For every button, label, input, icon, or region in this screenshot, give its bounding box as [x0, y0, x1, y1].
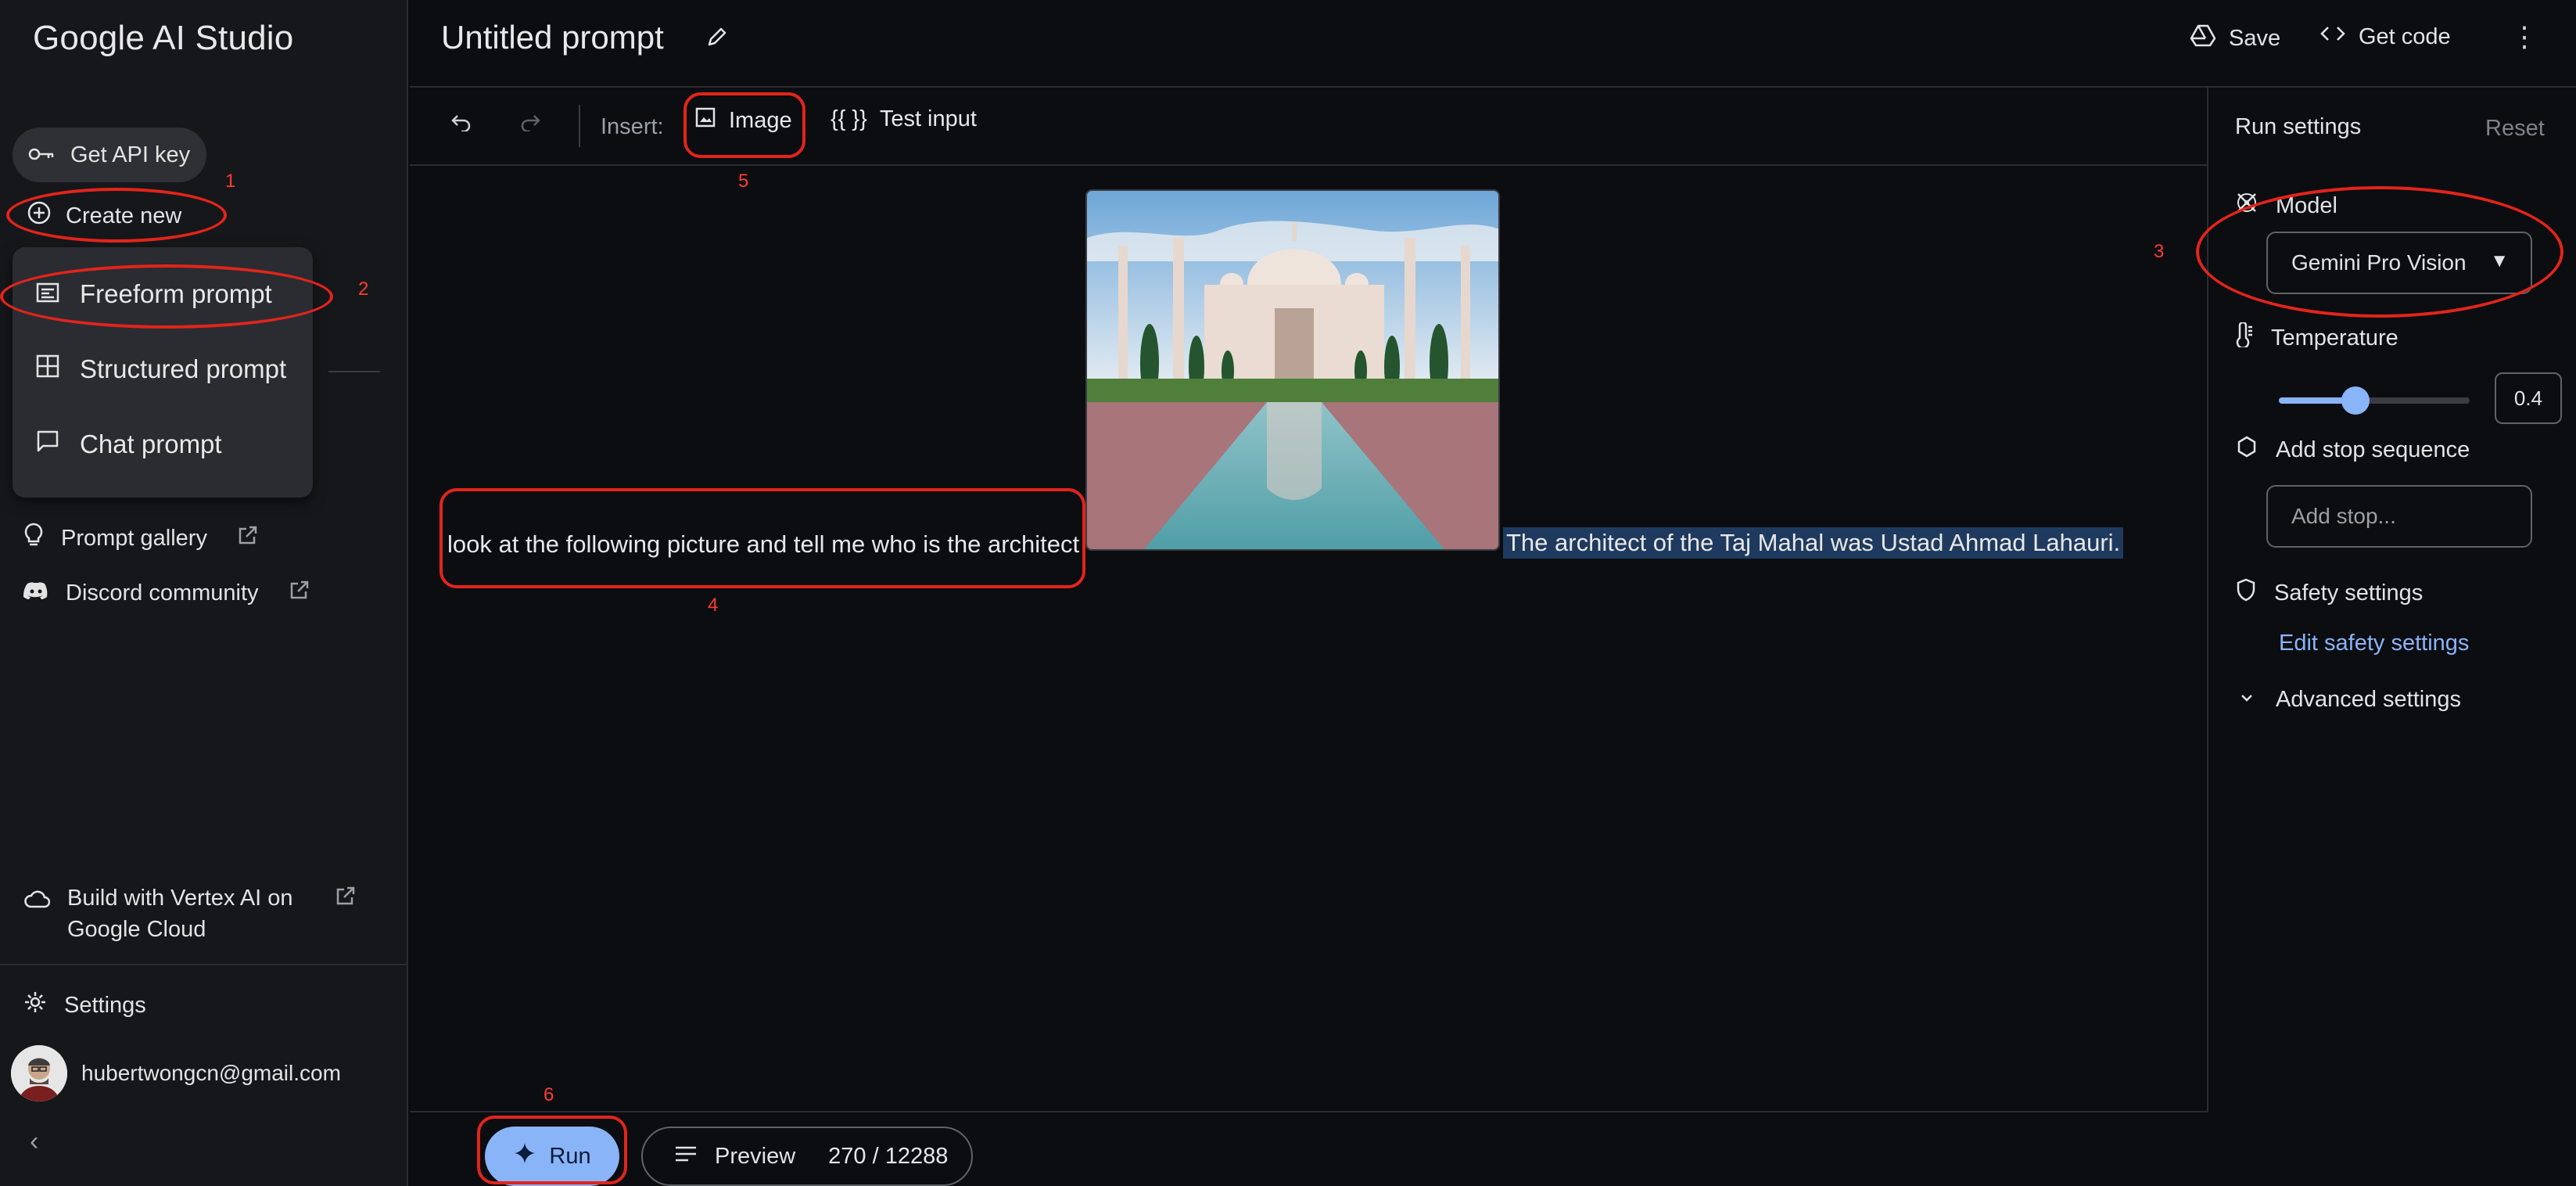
preview-label: Preview — [715, 1143, 796, 1169]
brand-logo[interactable]: Google AI Studio — [33, 19, 293, 58]
insert-test-input-button[interactable]: {{ }} Test input — [831, 106, 977, 132]
annotation-number: 3 — [2154, 241, 2165, 262]
grid-icon — [36, 354, 59, 384]
save-label: Save — [2229, 25, 2281, 51]
temperature-value-input[interactable]: 0.4 — [2495, 372, 2562, 424]
annotation-number: 5 — [738, 171, 749, 192]
lines-icon — [674, 1144, 698, 1170]
temperature-label: Temperature — [2271, 325, 2398, 350]
toolbar-divider — [579, 105, 580, 147]
external-link-icon — [289, 579, 310, 607]
settings-link[interactable]: Settings — [23, 990, 146, 1020]
get-api-key-button[interactable]: Get API key — [13, 128, 206, 182]
annotation-ring-create-new — [6, 188, 227, 243]
redo-icon[interactable] — [519, 111, 541, 138]
annotation-number: 2 — [358, 279, 369, 300]
user-account[interactable]: hubertwongcn@gmail.com — [11, 1045, 341, 1102]
edit-safety-settings-link[interactable]: Edit safety settings — [2279, 631, 2469, 656]
stop-sequence-input[interactable]: Add stop... — [2266, 485, 2532, 548]
get-code-label: Get code — [2359, 23, 2451, 49]
safety-label: Safety settings — [2274, 580, 2424, 606]
discord-icon — [23, 580, 48, 606]
annotation-box-prompt — [439, 488, 1085, 588]
sidebar: Google AI Studio Get API key Create new … — [0, 0, 408, 1186]
undo-icon[interactable] — [450, 111, 472, 138]
user-email: hubertwongcn@gmail.com — [81, 1061, 341, 1085]
discord-label: Discord community — [66, 580, 259, 606]
taj-mahal-image — [1085, 189, 1500, 551]
shield-icon — [2235, 577, 2257, 609]
stop-sequence-label: Add stop sequence — [2276, 437, 2470, 462]
braces-icon: {{ }} — [831, 106, 867, 131]
insert-label: Insert: — [601, 114, 664, 139]
top-header: Untitled prompt Save Get code ⋮ — [410, 0, 2576, 88]
chevron-down-icon — [2235, 687, 2258, 713]
get-api-key-label: Get API key — [70, 142, 191, 167]
reset-button[interactable]: Reset — [2485, 116, 2545, 142]
vertex-ai-label: Build with Vertex AI on Google Cloud — [67, 886, 293, 942]
prompt-title[interactable]: Untitled prompt — [441, 19, 664, 56]
annotation-box-run — [477, 1116, 627, 1184]
prompt-toolbar: Insert: Image {{ }} Test input — [410, 88, 2207, 166]
annotation-box-image — [683, 92, 805, 158]
edit-title-button[interactable] — [705, 25, 729, 52]
prompt-gallery-label: Prompt gallery — [61, 525, 207, 551]
temperature-slider-thumb[interactable] — [2341, 386, 2370, 415]
cloud-icon — [23, 882, 51, 945]
external-link-icon — [335, 882, 357, 945]
vertex-ai-link[interactable]: Build with Vertex AI on Google Cloud — [23, 882, 357, 945]
annotation-number: 4 — [708, 595, 719, 616]
advanced-settings-label: Advanced settings — [2276, 687, 2461, 712]
temperature-section: Temperature — [2235, 321, 2398, 354]
run-settings-title: Run settings — [2235, 114, 2362, 139]
stop-sequence-section: Add stop sequence — [2235, 435, 2470, 465]
prompt-gallery-link[interactable]: Prompt gallery — [23, 523, 259, 554]
gear-icon — [23, 990, 47, 1020]
prompt-editor[interactable]: look at the following picture and tell m… — [410, 166, 2207, 1112]
save-button[interactable]: Save — [2190, 23, 2280, 53]
key-icon — [28, 142, 56, 168]
safety-section: Safety settings — [2235, 577, 2423, 609]
settings-label: Settings — [64, 992, 146, 1018]
annotation-number: 6 — [544, 1084, 554, 1105]
hexagon-icon — [2235, 435, 2258, 465]
get-code-button[interactable]: Get code — [2319, 23, 2451, 50]
chat-bubble-icon — [36, 429, 59, 459]
temperature-slider[interactable] — [2279, 386, 2470, 415]
more-vert-icon: ⋮ — [2510, 20, 2538, 52]
more-options-button[interactable]: ⋮ — [2510, 20, 2538, 53]
bottom-bar: Run Preview 270 / 12288 — [410, 1111, 2207, 1186]
lightbulb-icon — [23, 523, 44, 554]
menu-item-structured-prompt[interactable]: Structured prompt — [13, 336, 313, 402]
drive-icon — [2190, 23, 2216, 53]
menu-item-chat-prompt[interactable]: Chat prompt — [13, 412, 313, 477]
test-input-label: Test input — [879, 106, 977, 131]
chevron-left-icon: ‹ — [30, 1127, 39, 1156]
avatar — [11, 1045, 67, 1102]
annotation-ring-freeform — [0, 264, 333, 329]
thermometer-icon — [2235, 321, 2254, 354]
model-response-text[interactable]: The architect of the Taj Mahal was Ustad… — [1503, 527, 2124, 559]
sidebar-divider — [328, 371, 380, 372]
token-count: 270 / 12288 — [828, 1143, 949, 1169]
advanced-settings-toggle[interactable]: Advanced settings — [2235, 687, 2461, 713]
preview-button[interactable]: Preview 270 / 12288 — [641, 1127, 973, 1186]
sidebar-bottom-divider — [0, 964, 408, 965]
menu-item-label: Chat prompt — [80, 429, 222, 458]
annotation-ring-model — [2196, 186, 2563, 318]
collapse-sidebar-button[interactable]: ‹ — [30, 1127, 38, 1157]
annotation-number: 1 — [225, 171, 236, 192]
menu-item-label: Structured prompt — [80, 354, 287, 383]
discord-community-link[interactable]: Discord community — [23, 579, 310, 607]
app-window: Google AI Studio Get API key Create new … — [0, 0, 2576, 1186]
pencil-icon — [705, 27, 729, 52]
external-link-icon — [237, 524, 259, 552]
code-icon — [2319, 23, 2346, 50]
